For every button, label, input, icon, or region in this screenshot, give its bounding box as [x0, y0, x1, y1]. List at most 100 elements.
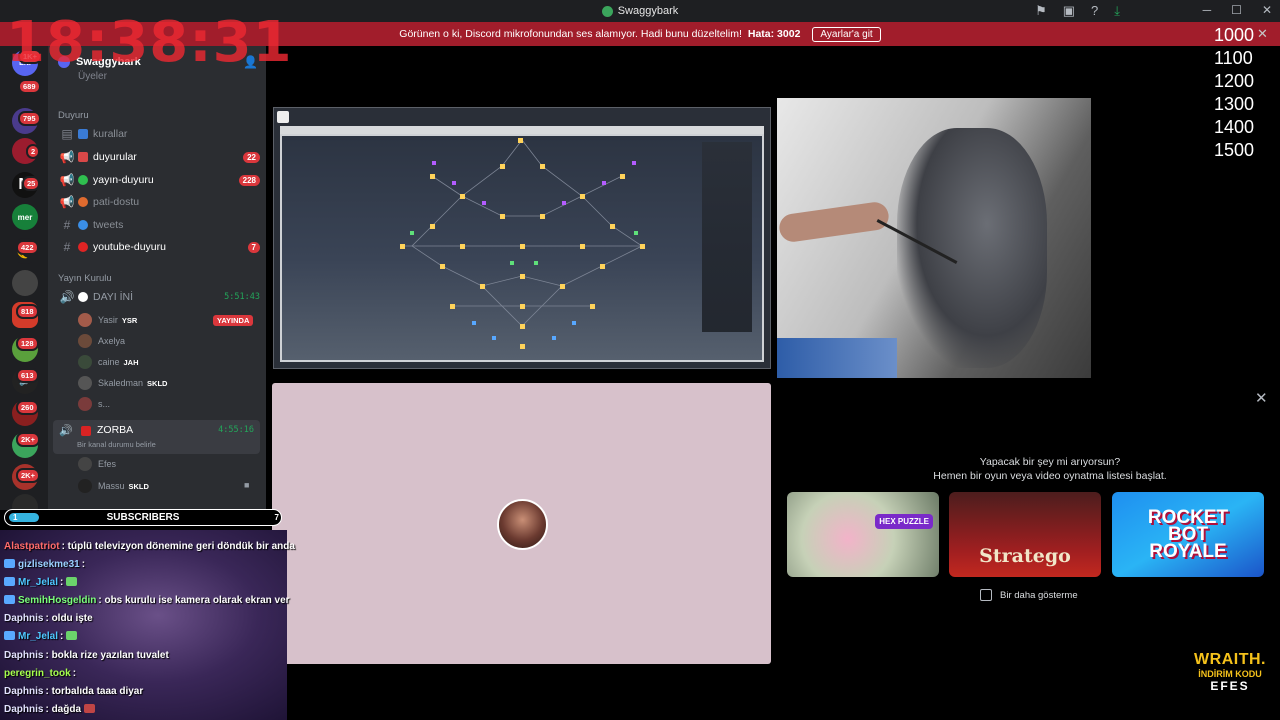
window-controls: ─ ☐ ✕	[1203, 3, 1272, 17]
subs-label: SUBSCRIBERS	[106, 512, 180, 523]
title-bar-actions: ⚑ ▣ ? ⤓	[1035, 3, 1120, 19]
channel-label: kurallar	[93, 128, 128, 140]
category-announcements[interactable]: Duyuru	[58, 110, 89, 121]
channel-status[interactable]: Bir kanal durumu belirle	[77, 440, 156, 449]
hash-icon: #	[63, 240, 71, 254]
flag-icon[interactable]: ⚑	[1035, 3, 1047, 19]
channel-tweets[interactable]: # tweets	[56, 215, 260, 235]
badge: 2	[26, 144, 41, 159]
user-name: caine	[98, 357, 120, 367]
camera-feed[interactable]	[777, 98, 1091, 378]
user-name: Skaledman	[98, 378, 144, 388]
user-tag: SKLD	[128, 481, 149, 491]
chat-message: peregrin_took:	[4, 667, 77, 679]
voice-user[interactable]: Skaledman SKLD	[78, 373, 167, 393]
user-name: Axelya	[98, 336, 126, 346]
channel-emoji	[78, 242, 88, 252]
overlay-number: 1400	[1214, 117, 1255, 137]
badge: 795	[18, 111, 41, 126]
server-icon[interactable]	[12, 270, 38, 296]
badge: 422	[16, 240, 39, 255]
close-activity-icon[interactable]: ✕	[1255, 389, 1268, 407]
chat-user: Mr_Jelal	[18, 631, 59, 643]
avatar	[78, 397, 92, 411]
badge: 613	[16, 368, 39, 383]
help-icon[interactable]: ?	[1091, 3, 1098, 19]
chat-text: torbalıda taaa diyar	[51, 685, 144, 697]
screen-share-icon[interactable]: ▣	[1063, 3, 1075, 19]
channel-emoji	[78, 152, 88, 162]
game-title-strip	[280, 126, 764, 134]
voice-participant-tile[interactable]	[272, 383, 771, 664]
badge-icon	[4, 577, 15, 587]
user-name: Efes	[98, 459, 117, 469]
minimize-icon[interactable]: ─	[1203, 3, 1212, 17]
dont-show-checkbox[interactable]	[980, 589, 992, 601]
chat-message: Mr_Jelal:	[4, 574, 304, 592]
participant-avatar	[497, 499, 548, 550]
close-window-icon[interactable]: ✕	[1262, 3, 1272, 17]
channel-duyurular[interactable]: 📢 duyurular 22	[56, 147, 260, 167]
badge: 818	[16, 304, 39, 319]
badge: 25	[22, 176, 41, 191]
game-card-rocket-bot-royale[interactable]: ROCKET BOT ROYALE	[1112, 492, 1264, 577]
channel-label: yayın-duyuru	[93, 174, 154, 186]
activity-title: Yapacak bir şey mi arıyorsun?	[979, 456, 1121, 468]
castle-silhouette	[702, 142, 752, 332]
voice-channel-dayi-ini[interactable]: 🔊 DAYI İNİ 5:51:43	[56, 287, 260, 307]
chat-message: Daphnis: bokla rize yazılan tuvalet	[4, 649, 169, 661]
dont-show-again[interactable]: Bir daha gösterme	[980, 589, 1078, 601]
chat-message: gizlisekme31:	[4, 556, 304, 574]
maximize-icon[interactable]: ☐	[1231, 3, 1242, 17]
voice-user[interactable]: Efes	[78, 454, 116, 474]
user-tag: JAH	[123, 357, 139, 367]
megaphone-icon: 📢	[59, 173, 75, 187]
go-to-settings-button[interactable]: Ayarlar'a git	[812, 26, 881, 42]
voice-channel-zorba[interactable]: 🔊 ZORBA 4:55:16 Bir kanal durumu belirle	[53, 420, 260, 454]
voice-user[interactable]: Axelya	[78, 331, 125, 351]
game-card-stratego[interactable]: Stratego	[949, 492, 1101, 577]
chat-user: peregrin_took	[4, 667, 71, 679]
chat-user: gizlisekme31	[18, 559, 80, 571]
server-icon[interactable]: mer	[12, 204, 38, 230]
channel-pati-dostu[interactable]: 📢 pati-dostu	[56, 192, 260, 212]
close-icon[interactable]: ✕	[1257, 26, 1268, 42]
game-logo: HEX PUZZLE	[875, 514, 933, 529]
subscribers-bar: 1 SUBSCRIBERS 7	[4, 509, 282, 526]
category-broadcast[interactable]: Yayın Kurulu	[58, 273, 112, 284]
skull-icon	[78, 292, 88, 302]
channel-kurallar[interactable]: ▤ kurallar	[56, 124, 260, 144]
avatar	[78, 355, 92, 369]
overlay-number: 1200	[1214, 71, 1255, 91]
painted-armor	[897, 128, 1047, 368]
badge-icon	[4, 559, 15, 569]
unread-count: 7	[247, 241, 260, 253]
game-window-icon	[277, 111, 289, 123]
megaphone-icon: 📢	[59, 195, 75, 209]
emote-icon	[66, 631, 78, 641]
chat-text: obs kurulu ise kamera olarak ekran ver	[104, 595, 290, 607]
game-card-hex-puzzle[interactable]: HEX PUZZLE	[787, 492, 939, 577]
activity-prompt: Yapacak bir şey mi arıyorsun? Hemen bir …	[780, 455, 1280, 483]
channel-yayin-duyuru[interactable]: 📢 yayın-duyuru 228	[56, 170, 260, 190]
chat-user: Daphnis	[4, 613, 44, 625]
chat-text: dağda	[51, 703, 82, 715]
skill-tree-view[interactable]	[280, 134, 764, 362]
voice-user[interactable]: s...	[78, 394, 110, 414]
channel-label: DAYI İNİ	[93, 291, 134, 303]
overlay-number: 1000	[1214, 25, 1255, 45]
chat-user: Mr_Jelal	[18, 577, 59, 589]
download-icon[interactable]: ⤓	[1114, 3, 1120, 19]
badge-icon	[4, 631, 15, 641]
unread-count: 228	[238, 174, 260, 186]
voice-user[interactable]: Yasir YSR	[78, 310, 137, 330]
voice-timer: 4:55:16	[218, 425, 254, 435]
sponsor-code: EFES	[1210, 679, 1250, 693]
skill-tree-graph	[400, 138, 645, 349]
voice-user[interactable]: caine JAH	[78, 352, 139, 372]
discord-icon	[601, 5, 613, 17]
screen-share-game[interactable]	[273, 107, 771, 369]
chat-user: Alastpatriot	[4, 541, 60, 552]
channel-youtube-duyuru[interactable]: # youtube-duyuru 7	[56, 237, 260, 257]
voice-user[interactable]: Massu SKLD	[78, 476, 149, 496]
